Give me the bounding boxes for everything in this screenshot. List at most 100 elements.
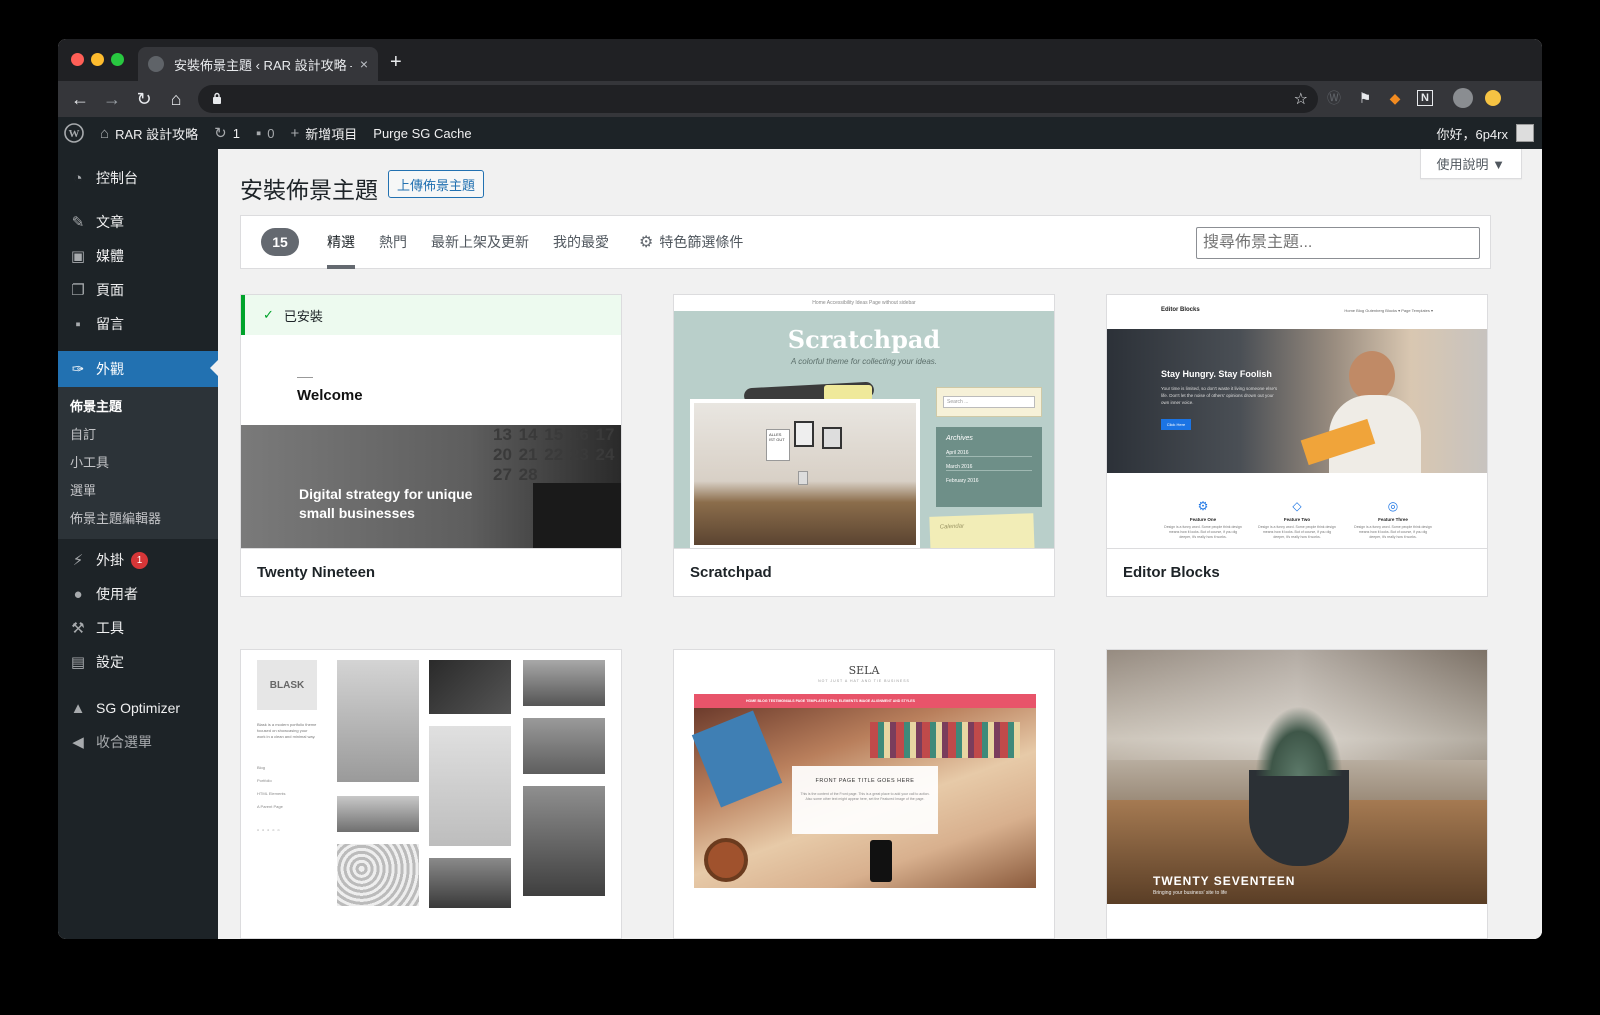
preview-feature-title: Feature One (1189, 517, 1217, 522)
theme-card-scratchpad[interactable]: Home Accessibility Ideas Page without si… (673, 294, 1055, 597)
menu-posts-label: 文章 (96, 214, 124, 230)
menu-users[interactable]: ● 使用者 (58, 577, 218, 611)
theme-screenshot: BLASK Blask is a modern portfolio theme … (241, 650, 621, 938)
menu-tools-label: 工具 (96, 620, 124, 636)
reload-button[interactable]: ↻ (128, 83, 160, 115)
theme-card-twenty-nineteen[interactable]: ✓ 已安裝 Welcome 13 14 15 16 17 20 21 22 23… (240, 294, 622, 597)
flag-extension-icon[interactable]: ⚑ (1354, 87, 1376, 109)
help-tab-button[interactable]: 使用說明 ▼ (1419, 149, 1522, 179)
theme-card-editor-blocks[interactable]: Editor Blocks Home Blog Gutenberg Blocks… (1106, 294, 1488, 597)
theme-name: Editor Blocks (1107, 548, 1487, 596)
menu-sg-optimizer[interactable]: ▲ SG Optimizer (58, 691, 218, 725)
preview-poster: ALLES IST GUT (766, 429, 790, 461)
menu-media-label: 媒體 (96, 248, 124, 264)
submenu-widgets[interactable]: 小工具 (58, 449, 218, 477)
menu-media[interactable]: ▣ 媒體 (58, 239, 218, 273)
preview-panel-text: This is the content of the Front page. T… (800, 792, 930, 801)
filter-featured[interactable]: 精選 (327, 215, 355, 269)
feature-filter-link[interactable]: ⚙ 特色篩選條件 (639, 215, 743, 269)
menu-tools[interactable]: ⚒ 工具 (58, 611, 218, 645)
preview-title: TWENTY SEVENTEEN (1153, 874, 1296, 888)
preview-nav: Home Blog Gutenberg Blocks ▾ Page Templa… (1344, 308, 1433, 313)
back-button[interactable]: ← (64, 83, 96, 115)
tab-close-button[interactable]: × (360, 56, 368, 72)
menu-sg-optimizer-label: SG Optimizer (96, 700, 181, 716)
svg-text:W: W (69, 128, 80, 140)
user-avatar[interactable] (1516, 124, 1534, 142)
upload-theme-button[interactable]: 上傳佈景主題 (388, 170, 485, 198)
updates-link[interactable]: ↻ 1 (206, 117, 248, 149)
preview-link: Portfolio (257, 778, 272, 783)
notion-extension-icon[interactable]: N (1414, 87, 1436, 109)
collapse-menu-button[interactable]: ◀ 收合選單 (58, 725, 218, 759)
appearance-submenu: 佈景主題 自訂 小工具 選單 佈景主題編輯器 (58, 387, 218, 539)
preview-link: A Parent Page (257, 804, 283, 809)
menu-comments[interactable]: ▪ 留言 (58, 307, 218, 341)
account-greeting[interactable]: 你好，6p4rx (1436, 124, 1508, 143)
theme-card-blask[interactable]: BLASK Blask is a modern portfolio theme … (240, 649, 622, 939)
preview-archive-item: April 2016 (946, 450, 1032, 457)
menu-dashboard[interactable]: ◔ 控制台 (58, 161, 218, 195)
preview-logo: SELA (848, 664, 880, 677)
menu-plugins[interactable]: ⚡ 外掛 1 (58, 543, 218, 577)
theme-count-badge: 15 (261, 228, 299, 256)
filter-popular[interactable]: 熱門 (379, 215, 407, 269)
theme-screenshot: SELA NOT JUST A HAT AND TIE BUSINESS HOM… (674, 650, 1054, 938)
sg-optimizer-icon: ▲ (70, 699, 86, 717)
menu-settings[interactable]: ▤ 設定 (58, 645, 218, 679)
menu-appearance[interactable]: ✑ 外觀 (58, 351, 218, 387)
preview-search: Search ... (943, 396, 1035, 408)
new-item-link[interactable]: + 新增項目 (283, 117, 366, 149)
menu-users-label: 使用者 (96, 586, 138, 602)
submenu-menus[interactable]: 選單 (58, 477, 218, 505)
feature-cube-icon: ◇ (1292, 499, 1302, 513)
comments-count: 0 (267, 125, 275, 141)
preview-logo: BLASK (257, 660, 317, 710)
theme-card-twenty-seventeen[interactable]: TWENTY SEVENTEEN Bringing your business'… (1106, 649, 1488, 939)
forward-button[interactable]: → (96, 83, 128, 115)
menu-dashboard-label: 控制台 (96, 170, 138, 186)
preview-headline: Stay Hungry. Stay Foolish (1161, 369, 1272, 379)
fox-extension-icon[interactable]: ◆ (1384, 87, 1406, 109)
coin-extension-icon[interactable] (1482, 87, 1504, 109)
feature-lifebuoy-icon: ◎ (1387, 499, 1399, 513)
collapse-menu-label: 收合選單 (96, 734, 152, 750)
page-title: 安裝佈景主題 (240, 177, 378, 203)
home-icon: ⌂ (100, 124, 110, 142)
filter-latest[interactable]: 最新上架及更新 (431, 215, 529, 269)
browser-tab[interactable]: 安裝佈景主題 ‹ RAR 設計攻略 — × (138, 47, 378, 81)
settings-sliders-icon: ▤ (70, 654, 86, 671)
maximize-window-button[interactable] (111, 53, 124, 66)
minimize-window-button[interactable] (91, 53, 104, 66)
purge-cache-link[interactable]: Purge SG Cache (365, 117, 479, 149)
home-button[interactable]: ⌂ (160, 83, 192, 115)
lock-icon (212, 92, 222, 107)
preview-feature-text: Design is a funny word. Some people thin… (1258, 525, 1336, 539)
installed-label: 已安裝 (283, 308, 323, 324)
updates-count: 1 (232, 125, 240, 141)
theme-card-sela[interactable]: SELA NOT JUST A HAT AND TIE BUSINESS HOM… (673, 649, 1055, 939)
preview-nav: HOME BLOG TESTIMONIALS PAGE TEMPLATES HT… (694, 694, 1036, 708)
menu-pages-label: 頁面 (96, 282, 124, 298)
close-window-button[interactable] (71, 53, 84, 66)
site-name-link[interactable]: ⌂ RAR 設計攻略 (92, 117, 206, 149)
menu-posts[interactable]: ✎ 文章 (58, 205, 218, 239)
wordpress-logo-icon[interactable]: W (58, 117, 92, 149)
address-bar[interactable]: ☆ (198, 85, 1318, 113)
profile-avatar-icon[interactable] (1452, 87, 1474, 109)
submenu-customize[interactable]: 自訂 (58, 421, 218, 449)
new-tab-button[interactable]: + (390, 51, 402, 74)
submenu-themes[interactable]: 佈景主題 (58, 393, 218, 421)
globe-icon (148, 56, 164, 72)
submenu-theme-editor[interactable]: 佈景主題編輯器 (58, 505, 218, 533)
preview-calendar-numbers: 13 14 15 16 17 20 21 22 23 24 27 28 (493, 425, 615, 484)
admin-sidebar: ◔ 控制台 ✎ 文章 ▣ 媒體 ❐ 頁面 ▪ 留言 ✑ 外觀 佈景主題 自訂 小… (58, 149, 218, 939)
bookmark-star-icon[interactable]: ☆ (1294, 89, 1308, 109)
wordpress-extension-icon[interactable]: Ⓦ (1323, 87, 1345, 109)
theme-search-input[interactable] (1196, 227, 1480, 259)
filter-favorites[interactable]: 我的最愛 (553, 215, 609, 269)
preview-intro: Blask is a modern portfolio theme focuse… (257, 722, 317, 739)
comments-link[interactable]: ▪ 0 (248, 117, 283, 149)
menu-pages[interactable]: ❐ 頁面 (58, 273, 218, 307)
wrench-icon: ⚒ (71, 620, 85, 637)
